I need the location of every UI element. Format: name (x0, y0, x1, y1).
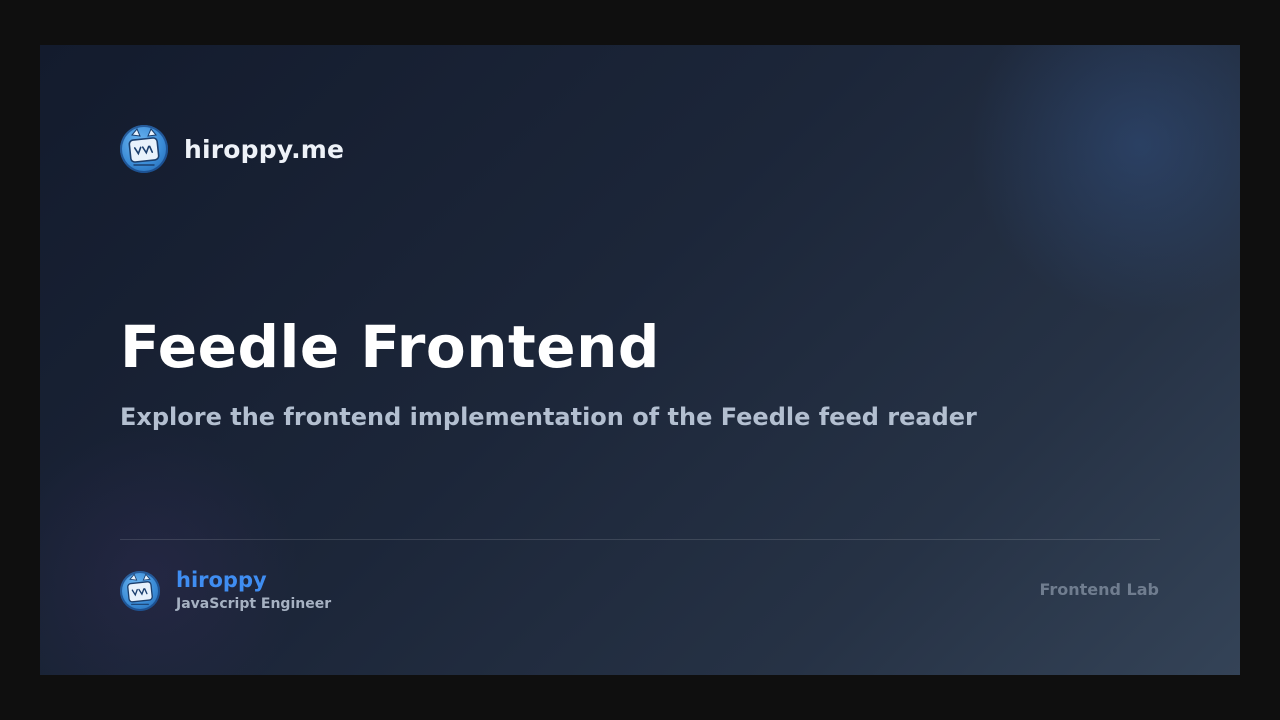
avatar-icon (120, 125, 168, 173)
author-role: JavaScript Engineer (176, 596, 332, 612)
divider (120, 539, 1160, 540)
page-subtitle: Explore the frontend implementation of t… (120, 403, 977, 431)
category-label: Frontend Lab (1039, 580, 1159, 599)
site-name[interactable]: hiroppy.me (184, 135, 344, 164)
author-text: hiroppy JavaScript Engineer (176, 567, 331, 614)
author-name[interactable]: hiroppy (176, 567, 331, 593)
page-title: Feedle Frontend (120, 313, 660, 381)
og-card: hiroppy.me Feedle Frontend Explore the f… (40, 45, 1240, 675)
site-brand[interactable]: hiroppy.me (120, 125, 344, 173)
author-avatar-icon (120, 570, 160, 611)
author-info[interactable]: hiroppy JavaScript Engineer (120, 567, 331, 614)
